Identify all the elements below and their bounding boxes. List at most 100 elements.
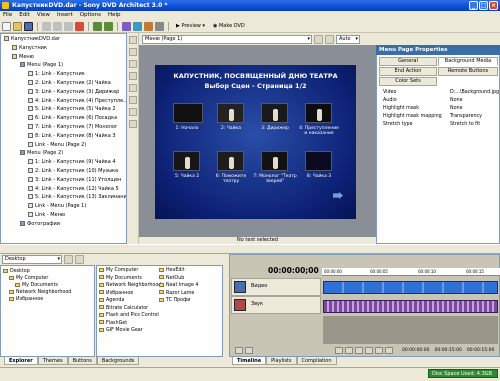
- tree-item[interactable]: 2: Link - Капустник (2) Чайка: [28, 80, 111, 87]
- paste-icon[interactable]: [64, 21, 73, 31]
- next-page-arrow-icon[interactable]: [333, 192, 343, 199]
- folder-tree-item[interactable]: Network Neighborhood: [9, 289, 71, 296]
- menu-button-thumbnail[interactable]: [305, 151, 332, 171]
- menu-button-thumbnail[interactable]: [217, 103, 244, 123]
- file-list-item[interactable]: Razor Lame: [159, 290, 194, 297]
- menu-button-label[interactable]: 5: Чайка 2: [165, 174, 209, 179]
- file-list-item[interactable]: Flash and Pics Control: [99, 312, 159, 319]
- grid-icon[interactable]: [129, 120, 137, 128]
- tab-explorer[interactable]: Explorer: [4, 357, 38, 365]
- insert-media-icon[interactable]: [133, 21, 142, 31]
- audio-track-header[interactable]: Звук: [231, 296, 321, 314]
- new-icon[interactable]: [2, 21, 11, 31]
- close-button[interactable]: ×: [489, 1, 498, 10]
- property-row[interactable]: Audio None: [378, 97, 498, 104]
- tree-item[interactable]: 4: Link - Капустник (4) Преступле...: [28, 97, 126, 105]
- insert-menu-icon[interactable]: [122, 21, 131, 31]
- refresh-icon[interactable]: [75, 255, 84, 264]
- page-up-icon[interactable]: [314, 34, 323, 44]
- tree-item[interactable]: Фотографии: [20, 220, 60, 228]
- insert-text-icon[interactable]: [144, 21, 153, 31]
- timeline-empty-area[interactable]: [323, 316, 498, 344]
- cut-icon[interactable]: [42, 21, 51, 31]
- menu-edit[interactable]: Edit: [19, 11, 30, 20]
- property-row[interactable]: Video D:...\Background.jpg: [378, 89, 499, 96]
- folder-tree-item[interactable]: Desktop: [3, 268, 30, 275]
- file-list-item[interactable]: My Documents: [99, 275, 142, 282]
- menu-button-label[interactable]: 8: Чайка 3: [297, 174, 341, 179]
- tab-buttons[interactable]: Buttons: [67, 357, 97, 365]
- tree-item[interactable]: Menu (Page 1): [20, 62, 63, 69]
- tree-item[interactable]: Капустник: [12, 44, 47, 52]
- tree-item[interactable]: Link - Меню: [28, 212, 65, 219]
- menu-help[interactable]: Help: [108, 11, 121, 20]
- video-track-header[interactable]: Видео: [231, 278, 321, 296]
- menu-button-label[interactable]: 2: Чайка: [209, 126, 253, 131]
- align-right-icon[interactable]: [129, 96, 137, 104]
- tree-item[interactable]: 7: Link - Капустник (7) Монолог: [28, 124, 118, 131]
- menu-button-label[interactable]: 7: Монолог "Театр зверей": [253, 174, 297, 184]
- minimize-button[interactable]: _: [469, 1, 478, 10]
- record-icon[interactable]: [235, 347, 243, 354]
- file-list-item[interactable]: Избранное: [99, 290, 133, 297]
- file-list-item[interactable]: TC Профи: [159, 297, 190, 304]
- menu-button-label[interactable]: 6: Поможите театру: [209, 174, 253, 184]
- menu-options[interactable]: Options: [80, 11, 101, 20]
- menu-button-label[interactable]: 1: Начало: [165, 126, 209, 131]
- menu-button-thumbnail[interactable]: [217, 151, 244, 171]
- tab-remote-buttons[interactable]: Remote Buttons: [438, 67, 498, 76]
- property-row[interactable]: Highlight mask None: [378, 105, 498, 112]
- folder-tree-item[interactable]: My Computer: [9, 275, 48, 282]
- tab-themes[interactable]: Themes: [37, 357, 68, 365]
- page-down-icon[interactable]: [325, 34, 334, 44]
- menu-file[interactable]: File: [3, 11, 12, 20]
- tree-item[interactable]: 3: Link - Капустник (11) Утолщен: [28, 176, 121, 184]
- file-list-item[interactable]: Bitrate Calculator: [99, 305, 148, 312]
- open-icon[interactable]: [13, 21, 22, 31]
- stop-icon[interactable]: [365, 347, 373, 354]
- tree-item[interactable]: 5: Link - Капустник (13) Заклинание: [28, 194, 126, 201]
- menu-button-thumbnail[interactable]: [305, 103, 332, 123]
- tree-item[interactable]: Link - Menu (Page 1): [28, 203, 86, 210]
- play-from-start-icon[interactable]: [335, 347, 343, 354]
- undo-icon[interactable]: [93, 21, 102, 31]
- align-left-icon[interactable]: [129, 72, 137, 80]
- page-combo[interactable]: Меню (Page 1): [142, 34, 312, 44]
- tab-playlists[interactable]: Playlists: [266, 357, 297, 365]
- properties-icon[interactable]: [155, 21, 164, 31]
- up-folder-icon[interactable]: [64, 255, 73, 264]
- audio-clip[interactable]: [323, 300, 498, 313]
- tree-item[interactable]: Меню: [12, 53, 34, 61]
- menu-button-label[interactable]: 4: Преступление и наказание: [297, 126, 341, 136]
- play-icon[interactable]: [345, 347, 353, 354]
- redo-icon[interactable]: [104, 21, 113, 31]
- menu-button-thumbnail[interactable]: [261, 103, 288, 123]
- tree-item[interactable]: 6: Link - Капустник (6) Посадка: [28, 115, 117, 122]
- folder-tree-item[interactable]: My Documents: [15, 282, 58, 289]
- menu-button-thumbnail[interactable]: [173, 103, 203, 123]
- file-list-item[interactable]: My Computer: [99, 267, 138, 274]
- tree-item[interactable]: КапустникDVD.dar: [4, 36, 60, 43]
- tab-backgrounds[interactable]: Backgrounds: [96, 357, 140, 365]
- tree-item[interactable]: 2: Link - Капустник (10) Музыка: [28, 168, 118, 175]
- menu-button-label[interactable]: 3: Дирижер: [253, 126, 297, 131]
- tree-item[interactable]: 1: Link - Капустник: [28, 71, 85, 78]
- copy-icon[interactable]: [53, 21, 62, 31]
- maximize-button[interactable]: □: [479, 1, 488, 10]
- folder-tree-item[interactable]: Избранное: [9, 296, 43, 303]
- align-center-icon[interactable]: [129, 84, 137, 92]
- tab-general[interactable]: General: [379, 57, 437, 66]
- move-tool-icon[interactable]: [129, 48, 137, 56]
- distribute-icon[interactable]: [129, 108, 137, 116]
- tab-compilation[interactable]: Compilation: [296, 357, 337, 365]
- tree-item[interactable]: Link - Menu (Page 2): [28, 141, 86, 149]
- property-row[interactable]: Stretch type Stretch to fit: [378, 121, 498, 128]
- text-tool-icon[interactable]: [129, 60, 137, 68]
- tree-item[interactable]: 4: Link - Капустник (12) Чайка 5: [28, 185, 119, 193]
- file-list-item[interactable]: NetOub: [159, 275, 184, 282]
- menu-button-thumbnail[interactable]: [261, 151, 288, 171]
- save-icon[interactable]: [24, 21, 33, 31]
- timeline-ruler[interactable]: 00:00:00 00:00:05 00:00:10 00:00:15: [322, 268, 500, 276]
- tab-timeline[interactable]: Timeline: [232, 357, 267, 365]
- tree-item[interactable]: 8: Link - Капустник (8) Чайка 3: [28, 132, 116, 140]
